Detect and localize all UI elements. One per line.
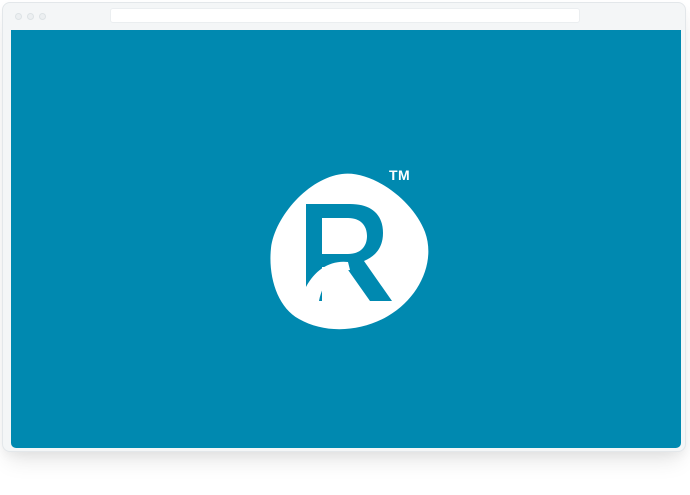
minimize-dot[interactable]: [27, 13, 34, 20]
r-logo-icon: [270, 173, 429, 330]
address-bar[interactable]: [110, 8, 580, 23]
trademark-mark: TM: [389, 167, 411, 183]
browser-window: TM: [2, 2, 686, 452]
title-bar: [3, 3, 685, 31]
close-dot[interactable]: [15, 13, 22, 20]
logo-badge-shape: [270, 173, 429, 330]
maximize-dot[interactable]: [39, 13, 46, 20]
page-viewport: TM: [11, 30, 681, 448]
